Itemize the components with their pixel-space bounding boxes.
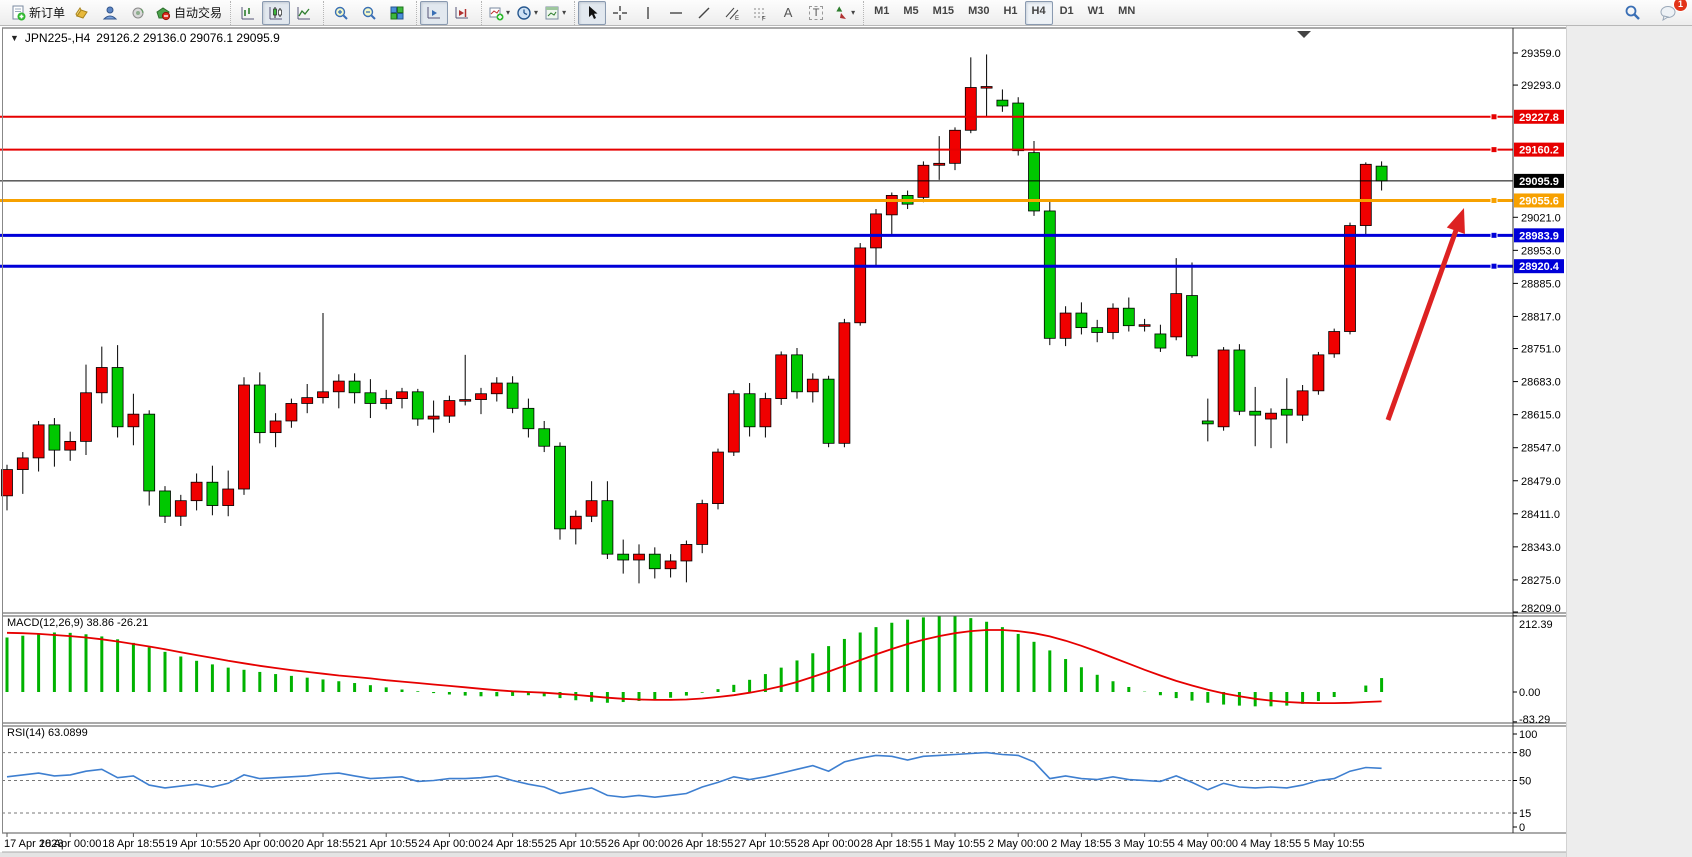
timeframe-h1-button[interactable]: H1 [996, 1, 1024, 25]
candlestick-button[interactable] [262, 1, 290, 25]
window-bottom-edge [0, 852, 1566, 857]
profile-icon [102, 5, 118, 21]
line-chart-button[interactable] [290, 1, 318, 25]
arrows-caret-icon: ▾ [851, 8, 855, 17]
chart-title: ▼ JPN225-,H4 29126.2 29136.0 29076.1 290… [10, 31, 280, 45]
timeframe-m15-button[interactable]: M15 [926, 1, 961, 25]
profile-button[interactable] [96, 1, 124, 25]
periods-button[interactable]: ▾ [513, 1, 541, 25]
fibonacci-button[interactable]: F [746, 1, 774, 25]
main-toolbar: 新订单 自动交易 [0, 0, 1692, 26]
timeframe-mn-button[interactable]: MN [1111, 1, 1142, 25]
chart-shift-icon [454, 5, 470, 21]
toolbar-right: 1 [1618, 1, 1688, 25]
zoom-out-icon [361, 5, 377, 21]
zoom-in-button[interactable] [327, 1, 355, 25]
gold-icon [74, 5, 90, 21]
crosshair-button[interactable] [606, 1, 634, 25]
bar-chart-icon [240, 5, 256, 21]
right-gutter [1566, 26, 1692, 857]
trendline-button[interactable] [690, 1, 718, 25]
auto-scroll-button[interactable] [420, 1, 448, 25]
candlestick-icon [268, 5, 284, 21]
macd-indicator-label: MACD(12,26,9) 38.86 -26.21 [7, 617, 148, 629]
channel-button[interactable]: E [718, 1, 746, 25]
horizontal-line-button[interactable] [662, 1, 690, 25]
zoom-in-icon [333, 5, 349, 21]
auto-trading-button[interactable]: 自动交易 [152, 1, 225, 25]
indicators-caret-icon: ▾ [506, 8, 510, 17]
timeframe-m1-button[interactable]: M1 [867, 1, 896, 25]
trendline-icon [696, 5, 712, 21]
alerts-button[interactable] [124, 1, 152, 25]
tile-windows-button[interactable] [383, 1, 411, 25]
symbol-period-label: JPN225-,H4 [25, 31, 90, 45]
auto-trading-icon [155, 5, 171, 21]
timeframe-d1-button[interactable]: D1 [1053, 1, 1081, 25]
template-icon [544, 5, 560, 21]
text-label-button[interactable]: T [802, 1, 830, 25]
auto-trading-label: 自动交易 [174, 4, 222, 21]
bar-chart-button[interactable] [234, 1, 262, 25]
market-watch-button[interactable] [68, 1, 96, 25]
label-tool-icon: T [809, 6, 824, 20]
tile-windows-icon [389, 5, 405, 21]
zoom-group [323, 1, 414, 25]
timeframe-group: M1M5M15M30H1H4D1W1MN [863, 1, 1145, 25]
timeframe-w1-button[interactable]: W1 [1081, 1, 1112, 25]
arrows-icon [833, 5, 849, 21]
fibonacci-icon: F [752, 5, 768, 21]
horizontal-line-icon [668, 7, 684, 19]
auto-scroll-icon [426, 5, 442, 21]
cursor-icon [585, 5, 599, 20]
text-button[interactable]: A [774, 1, 802, 25]
templates-caret-icon: ▾ [562, 8, 566, 17]
search-icon [1624, 4, 1641, 21]
chart-type-group [230, 1, 321, 25]
drawing-tools-group: E F A T ▾ [574, 1, 861, 25]
svg-text:E: E [735, 16, 739, 21]
scroll-group [416, 1, 479, 25]
crosshair-icon [612, 5, 628, 21]
indicators-button[interactable]: ▾ [485, 1, 513, 25]
indicators-icon [488, 5, 504, 21]
signal-icon [130, 5, 146, 21]
chart-shift-button[interactable] [448, 1, 476, 25]
timeframe-h4-button[interactable]: H4 [1025, 1, 1053, 25]
symbol-dropdown-icon[interactable]: ▼ [10, 33, 19, 43]
timeframe-m30-button[interactable]: M30 [961, 1, 996, 25]
notification-badge: 1 [1673, 0, 1688, 12]
insert-group: ▾ ▾ ▾ [481, 1, 572, 25]
line-chart-icon [296, 5, 312, 21]
arrows-button[interactable]: ▾ [830, 1, 858, 25]
chat-button[interactable]: 1 [1654, 1, 1682, 25]
new-order-label: 新订单 [29, 4, 65, 21]
text-tool-icon: A [784, 5, 793, 20]
order-group: 新订单 自动交易 [4, 1, 228, 25]
chart-window[interactable] [0, 26, 1566, 852]
vertical-line-button[interactable] [634, 1, 662, 25]
search-button[interactable] [1618, 1, 1646, 25]
ohlc-values: 29126.2 29136.0 29076.1 29095.9 [96, 31, 280, 45]
rsi-indicator-label: RSI(14) 63.0899 [7, 727, 88, 739]
new-order-button[interactable]: 新订单 [7, 1, 68, 25]
zoom-out-button[interactable] [355, 1, 383, 25]
new-order-icon [10, 5, 26, 21]
periods-caret-icon: ▾ [534, 8, 538, 17]
timeframe-m5-button[interactable]: M5 [896, 1, 925, 25]
channel-icon: E [724, 5, 740, 21]
vertical-line-icon [642, 5, 654, 21]
templates-button[interactable]: ▾ [541, 1, 569, 25]
svg-text:F: F [762, 16, 766, 21]
clock-icon [516, 5, 532, 21]
cursor-button[interactable] [578, 1, 606, 25]
